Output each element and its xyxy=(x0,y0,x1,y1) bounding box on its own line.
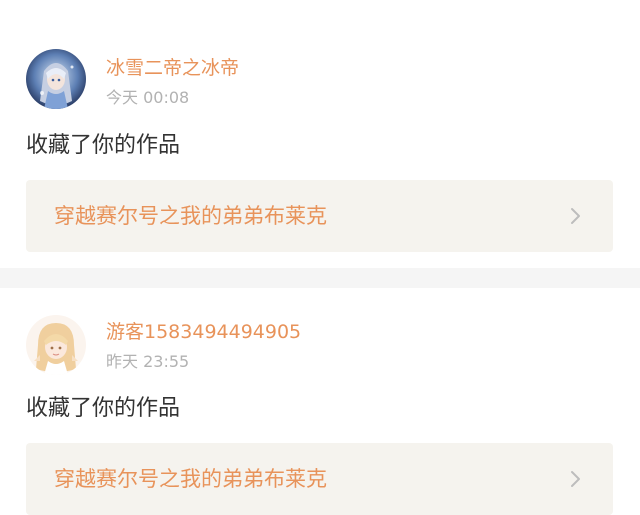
chevron-right-icon xyxy=(571,208,580,224)
action-text: 收藏了你的作品 xyxy=(26,133,181,158)
action-text: 收藏了你的作品 xyxy=(26,396,181,421)
username[interactable]: 游客1583494494905 xyxy=(106,320,301,344)
user-avatar[interactable] xyxy=(26,315,86,375)
work-link[interactable]: 穿越赛尔号之我的弟弟布莱克 xyxy=(26,180,613,252)
timestamp: 昨天 23:55 xyxy=(106,352,190,371)
chevron-right-icon xyxy=(571,471,580,487)
work-title: 穿越赛尔号之我的弟弟布莱克 xyxy=(54,204,327,228)
anime-avatar-blonde-icon xyxy=(26,315,86,375)
username[interactable]: 冰雪二帝之冰帝 xyxy=(106,56,239,80)
notification-card: 冰雪二帝之冰帝 今天 00:08 收藏了你的作品 穿越赛尔号之我的弟弟布莱克 xyxy=(0,22,640,268)
top-strip xyxy=(0,0,640,22)
work-link[interactable]: 穿越赛尔号之我的弟弟布莱克 xyxy=(26,443,613,515)
timestamp: 今天 00:08 xyxy=(106,88,190,107)
anime-avatar-blue-icon xyxy=(26,49,86,109)
user-avatar[interactable] xyxy=(26,49,86,109)
notification-card: 游客1583494494905 昨天 23:55 收藏了你的作品 穿越赛尔号之我… xyxy=(0,288,640,515)
work-title: 穿越赛尔号之我的弟弟布莱克 xyxy=(54,467,327,491)
